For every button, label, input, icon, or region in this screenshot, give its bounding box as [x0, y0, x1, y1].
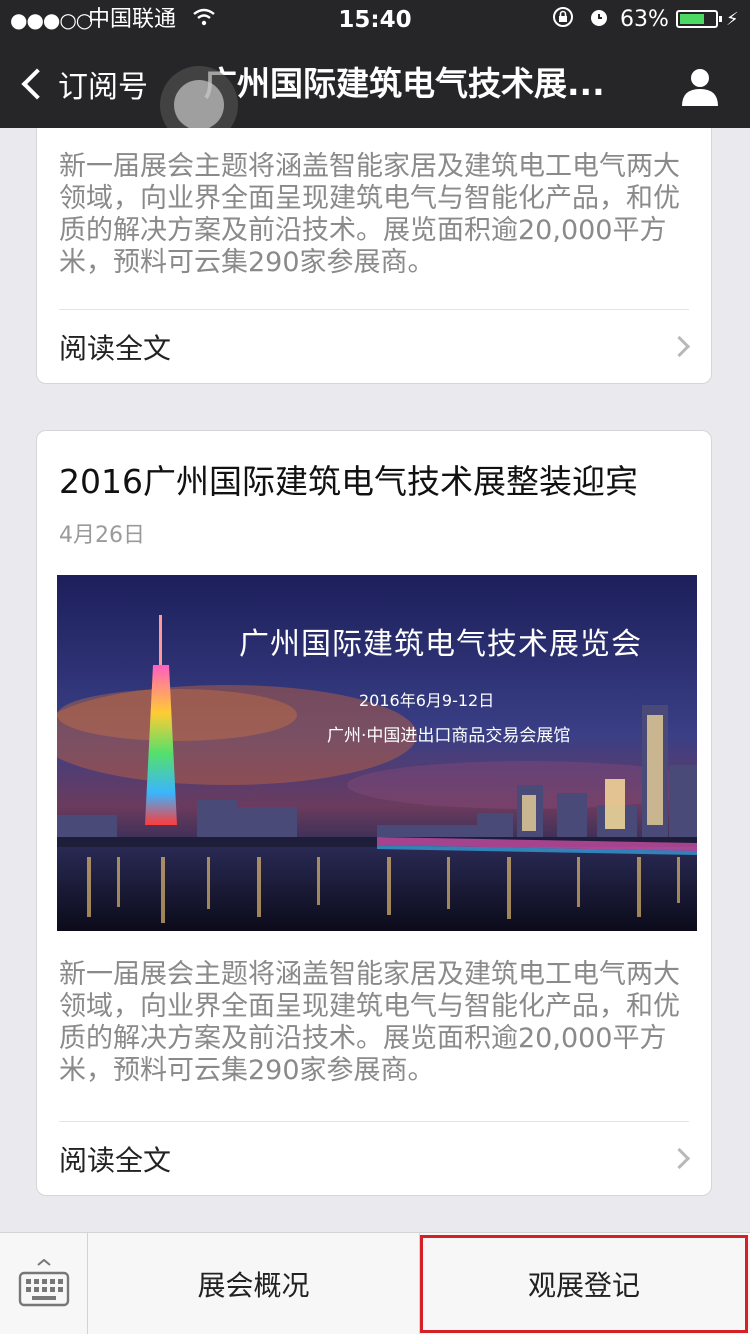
battery-level	[680, 14, 704, 24]
charging-bolt-icon: ⚡	[726, 9, 739, 30]
back-label: 订阅号	[58, 70, 148, 105]
profile-icon[interactable]	[680, 66, 720, 106]
battery-icon	[676, 10, 722, 28]
back-button[interactable]: 订阅号	[18, 62, 148, 106]
chevron-right-icon	[668, 1147, 691, 1170]
menu-item-exhibition-overview[interactable]: 展会概况	[88, 1233, 420, 1334]
chevron-right-icon	[668, 335, 691, 358]
banner-date: 2016年6月9-12日	[359, 691, 495, 710]
alarm-icon	[588, 6, 610, 35]
header: ●●●○○ 中国联通 15:40 63% ⚡ 订阅号 广州国际建筑电气技术展..…	[0, 0, 750, 144]
page-title: 广州国际建筑电气技术展...	[204, 64, 605, 103]
battery-percent: 63%	[620, 7, 669, 32]
article-description: 新一届展会主题将涵盖智能家居及建筑电工电气两大领域，向业界全面呈现建筑电气与智能…	[59, 959, 680, 1086]
read-more-link[interactable]: 阅读全文	[59, 327, 171, 367]
article-card[interactable]: 新一届展会主题将涵盖智能家居及建筑电工电气两大领域，向业界全面呈现建筑电气与智能…	[36, 128, 712, 384]
rotation-lock-icon	[552, 6, 574, 35]
article-banner-image[interactable]: 广州国际建筑电气技术展览会 2016年6月9-12日 广州·中国进出口商品交易会…	[57, 575, 697, 931]
divider	[59, 1121, 689, 1122]
battery-tip	[719, 16, 722, 22]
article-title: 2016广州国际建筑电气技术展整装迎宾	[59, 462, 638, 501]
article-card[interactable]: 2016广州国际建筑电气技术展整装迎宾 4月26日 广州国际建筑电气技术展览会 …	[36, 430, 712, 1196]
menu-item-visitor-registration[interactable]: 观展登记	[420, 1235, 748, 1333]
article-date: 4月26日	[59, 523, 145, 548]
nav-bar: 订阅号 广州国际建筑电气技术展...	[0, 40, 750, 144]
article-description: 新一届展会主题将涵盖智能家居及建筑电工电气两大领域，向业界全面呈现建筑电气与智能…	[59, 151, 680, 278]
keyboard-icon	[18, 1259, 70, 1307]
keyboard-toggle-button[interactable]	[0, 1233, 88, 1334]
article-feed: 新一届展会主题将涵盖智能家居及建筑电工电气两大领域，向业界全面呈现建筑电气与智能…	[0, 128, 750, 1232]
banner-venue: 广州·中国进出口商品交易会展馆	[327, 726, 571, 746]
divider	[59, 309, 689, 310]
status-bar: ●●●○○ 中国联通 15:40 63% ⚡	[0, 0, 750, 40]
back-chevron-icon	[21, 68, 53, 100]
read-more-link[interactable]: 阅读全文	[59, 1139, 171, 1179]
bottom-menu-bar: 展会概况 观展登记	[0, 1232, 750, 1334]
banner-title: 广州国际建筑电气技术展览会	[239, 627, 642, 662]
